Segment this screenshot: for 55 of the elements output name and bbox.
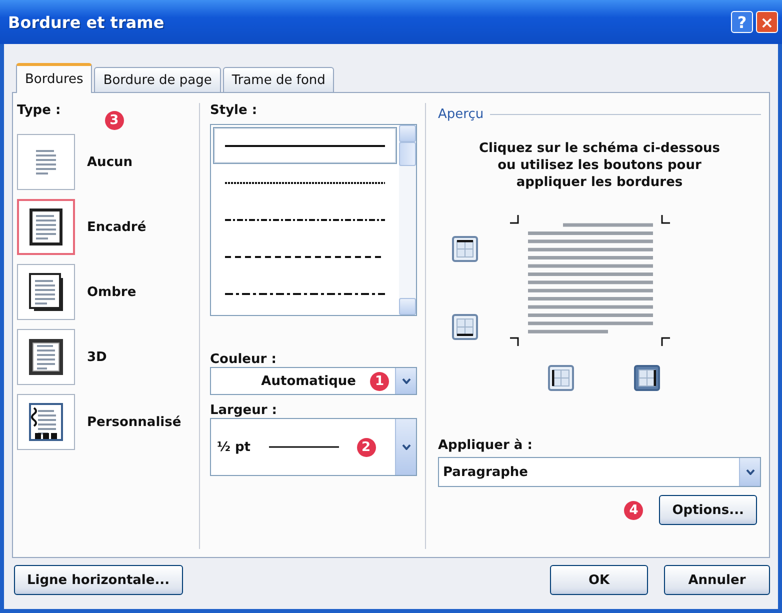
options-button[interactable]: Options... bbox=[659, 495, 757, 525]
tab[interactable]: Bordures bbox=[16, 63, 92, 93]
border-type-label[interactable]: Encadré bbox=[87, 220, 146, 234]
color-dropdown[interactable]: Automatique 1 bbox=[210, 367, 417, 395]
page-border-icon bbox=[26, 337, 66, 377]
help-button[interactable]: ? bbox=[731, 11, 753, 33]
border-grid-icon bbox=[456, 318, 474, 336]
tab[interactable]: Bordure de page bbox=[94, 67, 221, 92]
tab[interactable]: Trame de fond bbox=[222, 67, 334, 92]
border-grid-icon bbox=[552, 369, 570, 387]
border-type-option[interactable] bbox=[17, 199, 75, 255]
line-style-option[interactable] bbox=[213, 127, 397, 164]
dropdown-caret-icon bbox=[746, 469, 754, 475]
border-grid-icon bbox=[456, 240, 474, 258]
border-type-option[interactable] bbox=[17, 394, 75, 450]
border-type-label[interactable]: Ombre bbox=[87, 284, 136, 300]
close-button[interactable]: × bbox=[756, 11, 778, 33]
ok-button[interactable]: OK bbox=[550, 565, 648, 595]
border-grid-icon bbox=[638, 369, 656, 387]
width-label: Largeur : bbox=[210, 403, 278, 418]
horizontal-line-button[interactable]: Ligne horizontale... bbox=[14, 565, 183, 595]
border-toggle-button[interactable] bbox=[634, 365, 660, 391]
apply-to-label: Appliquer à : bbox=[438, 438, 534, 453]
scrollbar[interactable] bbox=[399, 125, 416, 315]
border-toggle-button[interactable] bbox=[452, 314, 478, 340]
type-label: Type : bbox=[17, 103, 61, 118]
border-type-option[interactable] bbox=[17, 264, 75, 320]
callout-number: 2 bbox=[356, 438, 376, 456]
window-title: Bordure et trame bbox=[8, 12, 166, 32]
line-width-sample bbox=[268, 445, 339, 449]
dropdown-value: ½ pt bbox=[217, 440, 251, 454]
page-border-icon bbox=[26, 402, 66, 442]
color-label: Couleur : bbox=[210, 352, 278, 367]
page-border-icon bbox=[26, 272, 66, 312]
instruction-text: Cliquez sur le schéma ci-dessous ou utilisez les boutons pour appliquer les bordures bbox=[478, 140, 722, 191]
dropdown-value: Automatique bbox=[261, 374, 356, 388]
cancel-button[interactable]: Annuler bbox=[664, 565, 770, 595]
border-type-label[interactable]: Aucun bbox=[87, 154, 133, 170]
apply-to-dropdown[interactable]: Paragraphe bbox=[438, 457, 761, 487]
border-type-label[interactable]: Personnalisé bbox=[87, 414, 182, 430]
callout-number: 4 bbox=[624, 500, 644, 520]
dropdown-caret-icon bbox=[402, 378, 410, 384]
border-type-option[interactable] bbox=[17, 329, 75, 385]
scroll-thumb[interactable] bbox=[399, 142, 416, 166]
width-dropdown[interactable]: ½ pt 2 bbox=[210, 418, 417, 476]
preview-label: Aperçu bbox=[438, 107, 484, 122]
style-label: Style : bbox=[210, 103, 258, 118]
border-toggle-button[interactable] bbox=[548, 365, 574, 391]
border-type-label[interactable]: 3D bbox=[87, 350, 107, 364]
line-style-list[interactable] bbox=[210, 124, 417, 316]
border-toggle-button[interactable] bbox=[452, 236, 478, 262]
dropdown-value: Paragraphe bbox=[443, 464, 528, 480]
callout-number: 1 bbox=[370, 372, 389, 390]
dropdown-caret-icon bbox=[402, 444, 410, 450]
callout-number: 3 bbox=[104, 111, 124, 130]
